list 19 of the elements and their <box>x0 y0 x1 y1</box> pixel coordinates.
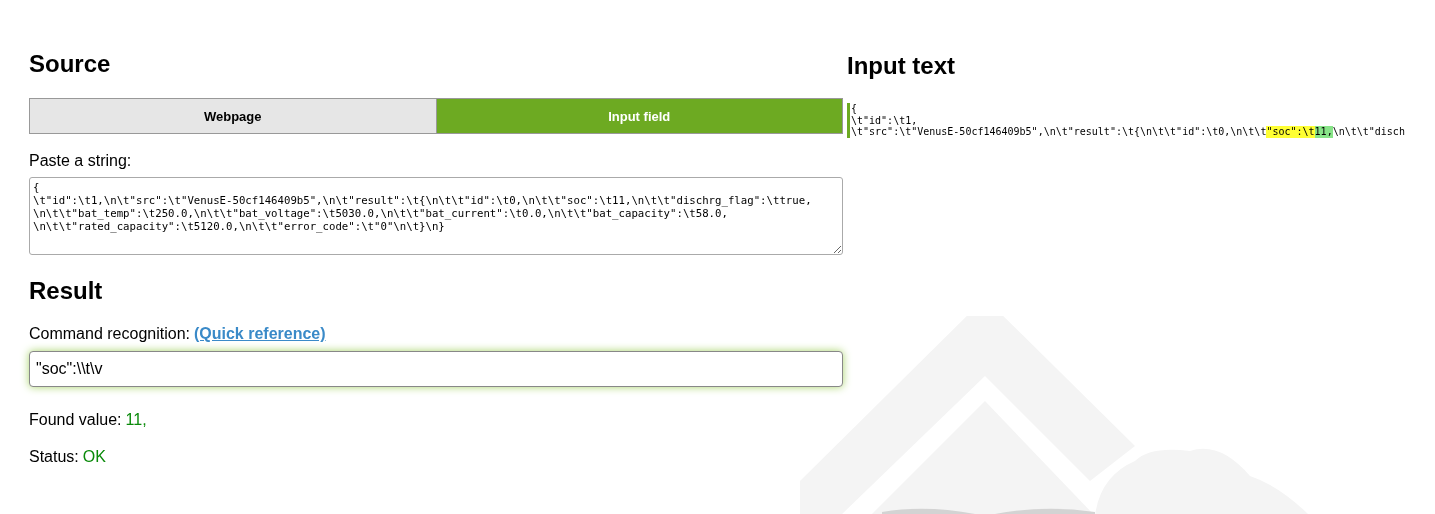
section-heading: Source <box>29 50 111 78</box>
code-text: { <box>851 103 858 115</box>
command-field[interactable]: "soc":\\t\v <box>29 351 843 387</box>
field-label: Command recognition: <box>29 325 190 343</box>
quick-reference-link[interactable]: (Quick reference) <box>193 325 326 343</box>
status-label: Status: <box>29 448 79 466</box>
section-heading: Input text <box>847 52 955 80</box>
code-text: \t"src":\t"VenusE-50cf146409b5",\n\t"result":\t{\n\t\t"id":\t0,\n\t\t <box>851 126 1267 138</box>
found-value: 11, <box>125 411 147 429</box>
status-value: OK <box>82 448 106 466</box>
matched-text: "soc":\t <box>1266 126 1315 138</box>
section-heading: Result <box>29 277 103 305</box>
code-text: \t"id":\t1, <box>851 114 918 126</box>
matched-value: 11, <box>1314 126 1333 138</box>
field-label: Paste a string: <box>29 152 132 170</box>
found-value-label: Found value: <box>29 411 122 429</box>
source-option-button[interactable]: Webpage <box>30 99 436 133</box>
code-text: \n\t\t"disch <box>1332 126 1405 138</box>
paste-field[interactable]: { \t"id":\t1,\n\t"src":\t"VenusE-50cf146409b5",\n\t"result":\t{\n\t\t"id":\t0,\n\t\t"soc":\t11,\n\t\t"dischrg_flag":\ttrue, \n\t\t"bat_temp":\t250.0,\n\t\t"bat_voltage":\t5030.0,\n\t\t"bat_current":\t0.0,\n\t\t"bat_capacity":\t58.0, \n\t\t"rated_capacity":\t5120.0,\n\t\t"error_code":\t"0"\n\t}\n} <box>29 177 843 255</box>
